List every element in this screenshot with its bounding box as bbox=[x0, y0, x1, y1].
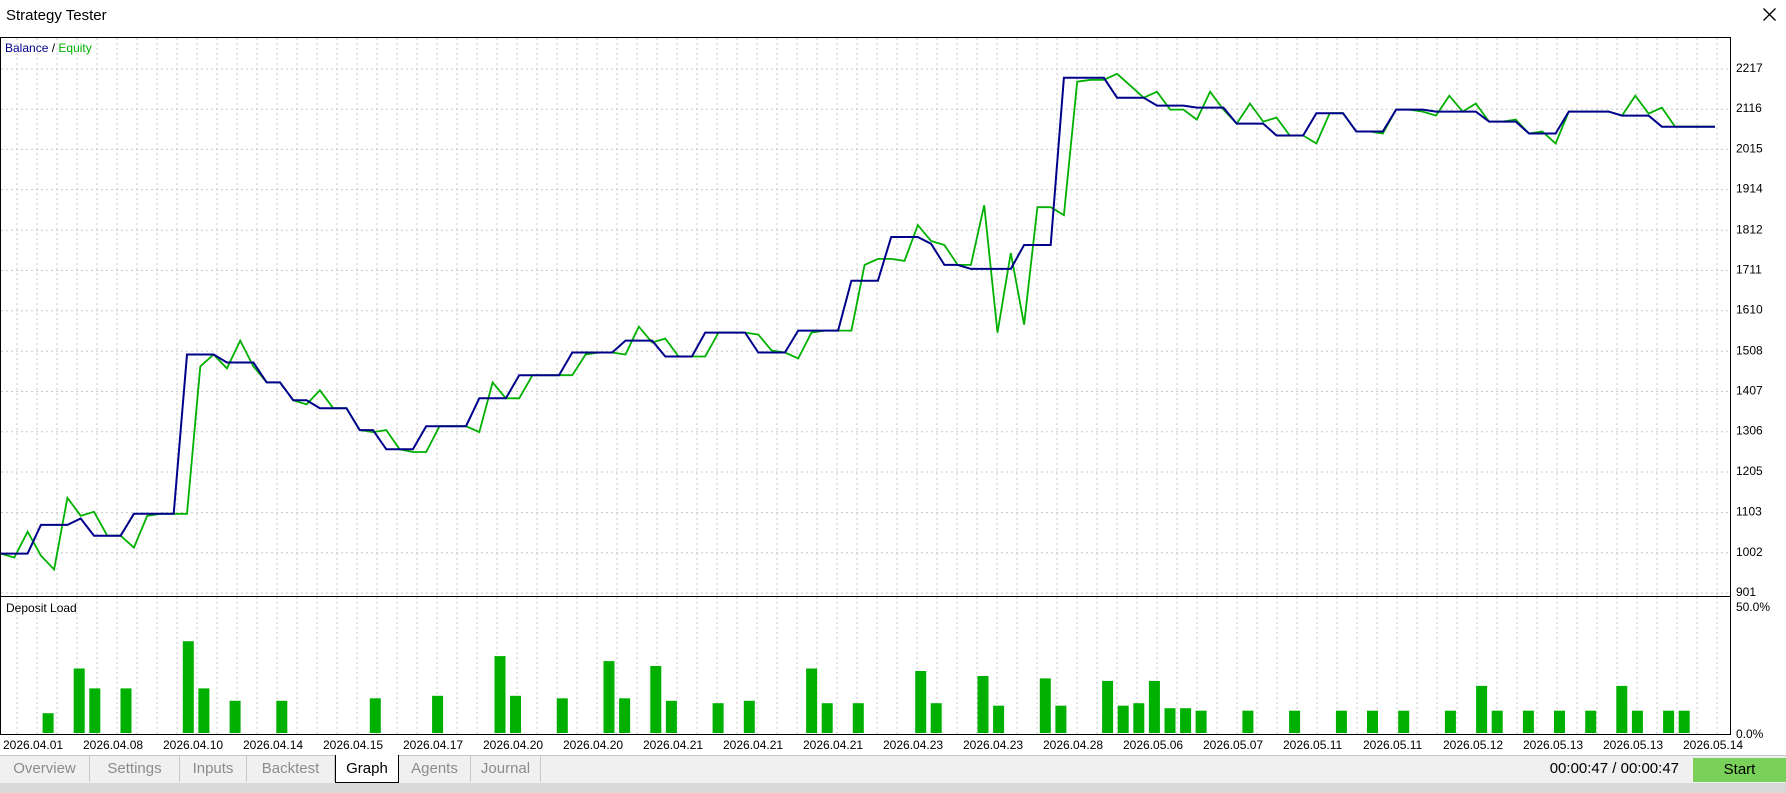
deposit-load-bar bbox=[1367, 710, 1378, 733]
deposit-load-bar bbox=[1180, 708, 1192, 733]
x-tick-label: 2026.05.11 bbox=[1283, 738, 1342, 752]
deposit-load-bar bbox=[1055, 705, 1067, 733]
title-bar: Strategy Tester bbox=[0, 0, 1786, 32]
deposit-load-bar bbox=[806, 668, 818, 733]
deposit-load-bar bbox=[1398, 710, 1410, 733]
deposit-load-bar bbox=[603, 661, 615, 733]
x-tick-label: 2026.04.21 bbox=[723, 738, 783, 752]
legend-balance: Balance bbox=[5, 41, 49, 55]
deposit-load-bar bbox=[89, 688, 101, 733]
deposit-load-bar bbox=[743, 700, 755, 733]
balance-equity-plot bbox=[0, 38, 1730, 598]
deposit-load-bar bbox=[198, 688, 210, 733]
legend-equity: Equity bbox=[58, 41, 92, 55]
close-button[interactable] bbox=[1752, 0, 1786, 30]
balance-equity-chart: Balance / Equity bbox=[0, 37, 1731, 598]
x-tick-label: 2026.05.12 bbox=[1443, 738, 1503, 752]
x-tick-label: 2026.04.20 bbox=[563, 738, 623, 752]
deposit-load-bar bbox=[369, 698, 381, 733]
tab-graph[interactable]: Graph bbox=[335, 755, 399, 783]
x-tick-label: 2026.04.01 bbox=[3, 738, 63, 752]
deposit-load-bar bbox=[665, 700, 677, 733]
tab-overview[interactable]: Overview bbox=[0, 756, 90, 782]
deposit-load-bar bbox=[1242, 710, 1254, 733]
deposit-load-bar bbox=[229, 700, 241, 733]
x-tick-label: 2026.05.13 bbox=[1523, 738, 1583, 752]
x-tick-label: 2026.04.17 bbox=[403, 738, 463, 752]
deposit-load-bar bbox=[494, 656, 506, 733]
elapsed-timer: 00:00:47 / 00:00:47 bbox=[1549, 760, 1679, 777]
deposit-load-bar bbox=[276, 700, 288, 733]
legend-separator: / bbox=[48, 41, 59, 55]
window-bottom-border bbox=[0, 783, 1786, 793]
deposit-load-bar bbox=[1554, 710, 1565, 733]
deposit-load-bar bbox=[1102, 680, 1114, 733]
deposit-load-bar bbox=[1444, 710, 1456, 733]
x-tick-label: 2026.04.28 bbox=[1043, 738, 1103, 752]
x-tick-label: 2026.04.20 bbox=[483, 738, 543, 752]
deposit-load-bar bbox=[1678, 710, 1690, 733]
x-tick-label: 2026.04.21 bbox=[803, 738, 863, 752]
x-tick-label: 2026.04.14 bbox=[243, 738, 303, 752]
tab-inputs[interactable]: Inputs bbox=[180, 756, 247, 782]
deposit-load-bar bbox=[1522, 710, 1534, 733]
deposit-load-bar bbox=[650, 666, 662, 733]
deposit-load-bar bbox=[1133, 703, 1145, 733]
deposit-load-bar bbox=[1476, 685, 1488, 733]
tab-agents[interactable]: Agents bbox=[399, 756, 471, 782]
x-tick-label: 2026.05.14 bbox=[1683, 738, 1743, 752]
deposit-load-label: Deposit Load bbox=[6, 601, 77, 615]
x-tick-label: 2026.05.06 bbox=[1123, 738, 1183, 752]
start-button[interactable]: Start bbox=[1693, 758, 1786, 782]
deposit-load-bar bbox=[915, 671, 927, 733]
chart-legend: Balance / Equity bbox=[5, 41, 92, 55]
deposit-load-bar bbox=[1631, 710, 1643, 733]
deposit-load-bar bbox=[712, 703, 724, 733]
close-icon bbox=[1763, 8, 1776, 21]
deposit-load-bar bbox=[930, 703, 942, 733]
tab-backtest[interactable]: Backtest bbox=[247, 756, 335, 782]
deposit-load-bar bbox=[993, 705, 1005, 733]
deposit-load-bar bbox=[73, 668, 85, 733]
deposit-load-bar bbox=[510, 695, 521, 733]
x-tick-label: 2026.05.13 bbox=[1603, 738, 1663, 752]
x-tick-label: 2026.04.08 bbox=[83, 738, 143, 752]
deposit-load-bar bbox=[1663, 710, 1675, 733]
deposit-load-bar bbox=[1491, 710, 1503, 733]
deposit-load-bar bbox=[977, 676, 989, 733]
deposit-load-bar bbox=[1148, 680, 1160, 733]
deposit-load-bar bbox=[821, 703, 833, 733]
deposit-load-bar bbox=[1164, 708, 1176, 733]
series-line-equity bbox=[0, 72, 1715, 572]
tab-journal[interactable]: Journal bbox=[471, 756, 541, 782]
deposit-load-bar bbox=[1195, 710, 1207, 733]
deposit-load-bar bbox=[182, 641, 194, 733]
window-title: Strategy Tester bbox=[6, 7, 107, 24]
x-tick-label: 2026.04.23 bbox=[963, 738, 1023, 752]
x-tick-label: 2026.04.21 bbox=[643, 738, 703, 752]
deposit-load-panel: Deposit Load bbox=[0, 597, 1731, 735]
x-tick-label: 2026.04.15 bbox=[323, 738, 383, 752]
x-tick-label: 2026.04.10 bbox=[163, 738, 223, 752]
deposit-load-bar bbox=[619, 698, 631, 733]
tab-bar: Overview Settings Inputs Backtest Graph Agent… bbox=[0, 755, 1786, 784]
deposit-load-bar bbox=[1335, 710, 1347, 733]
x-tick-label: 2026.05.11 bbox=[1363, 738, 1422, 752]
deposit-load-bar bbox=[432, 695, 444, 733]
tab-settings[interactable]: Settings bbox=[90, 756, 180, 782]
deposit-load-plot bbox=[16, 597, 1718, 735]
deposit-load-bar bbox=[852, 703, 864, 733]
deposit-load-bar bbox=[1117, 705, 1129, 733]
deposit-load-bar bbox=[1289, 710, 1301, 733]
deposit-load-bar bbox=[1039, 678, 1051, 733]
deposit-load-bar bbox=[120, 688, 132, 733]
x-tick-label: 2026.05.07 bbox=[1203, 738, 1263, 752]
deposit-load-bar bbox=[1585, 710, 1597, 733]
x-tick-label: 2026.04.23 bbox=[883, 738, 943, 752]
deposit-load-bar bbox=[1616, 685, 1628, 733]
deposit-load-bar bbox=[556, 698, 568, 733]
deposit-load-bar bbox=[42, 713, 54, 733]
